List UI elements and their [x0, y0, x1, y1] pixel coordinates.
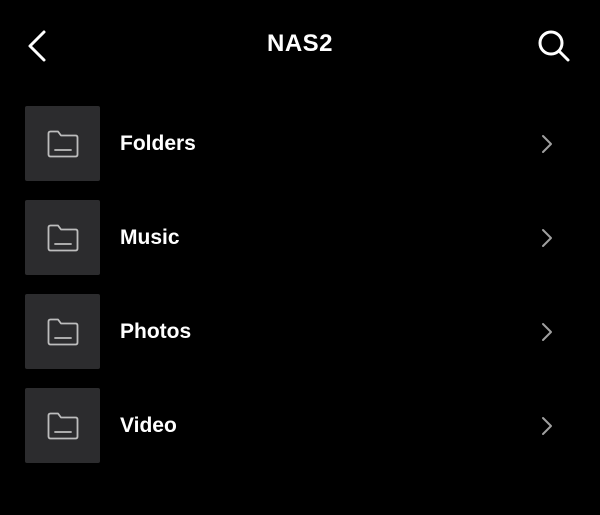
folder-thumbnail [25, 294, 100, 369]
folder-list: Folders Music Photos Video [0, 106, 600, 482]
list-item-photos[interactable]: Photos [0, 294, 600, 388]
list-item-label: Photos [120, 320, 192, 343]
page-title: NAS2 [266, 30, 334, 57]
folder-thumbnail [25, 200, 100, 275]
folder-icon [47, 412, 78, 439]
chevron-right-icon [536, 132, 558, 156]
search-icon [538, 30, 570, 62]
list-item-music[interactable]: Music [0, 200, 600, 294]
folder-icon [47, 224, 78, 251]
chevron-right-icon [536, 414, 558, 438]
list-item-label: Video [120, 414, 177, 437]
search-button[interactable] [534, 26, 574, 66]
folder-icon [47, 318, 78, 345]
folder-icon [47, 130, 78, 157]
header: NAS2 [0, 0, 600, 94]
list-item-folders[interactable]: Folders [0, 106, 600, 200]
screen: NAS2 Folders Music Photos Video [0, 0, 600, 515]
list-item-label: Folders [120, 132, 196, 155]
chevron-right-icon [536, 320, 558, 344]
chevron-right-icon [536, 226, 558, 250]
list-item-label: Music [120, 226, 180, 249]
folder-thumbnail [25, 106, 100, 181]
folder-thumbnail [25, 388, 100, 463]
list-item-video[interactable]: Video [0, 388, 600, 482]
